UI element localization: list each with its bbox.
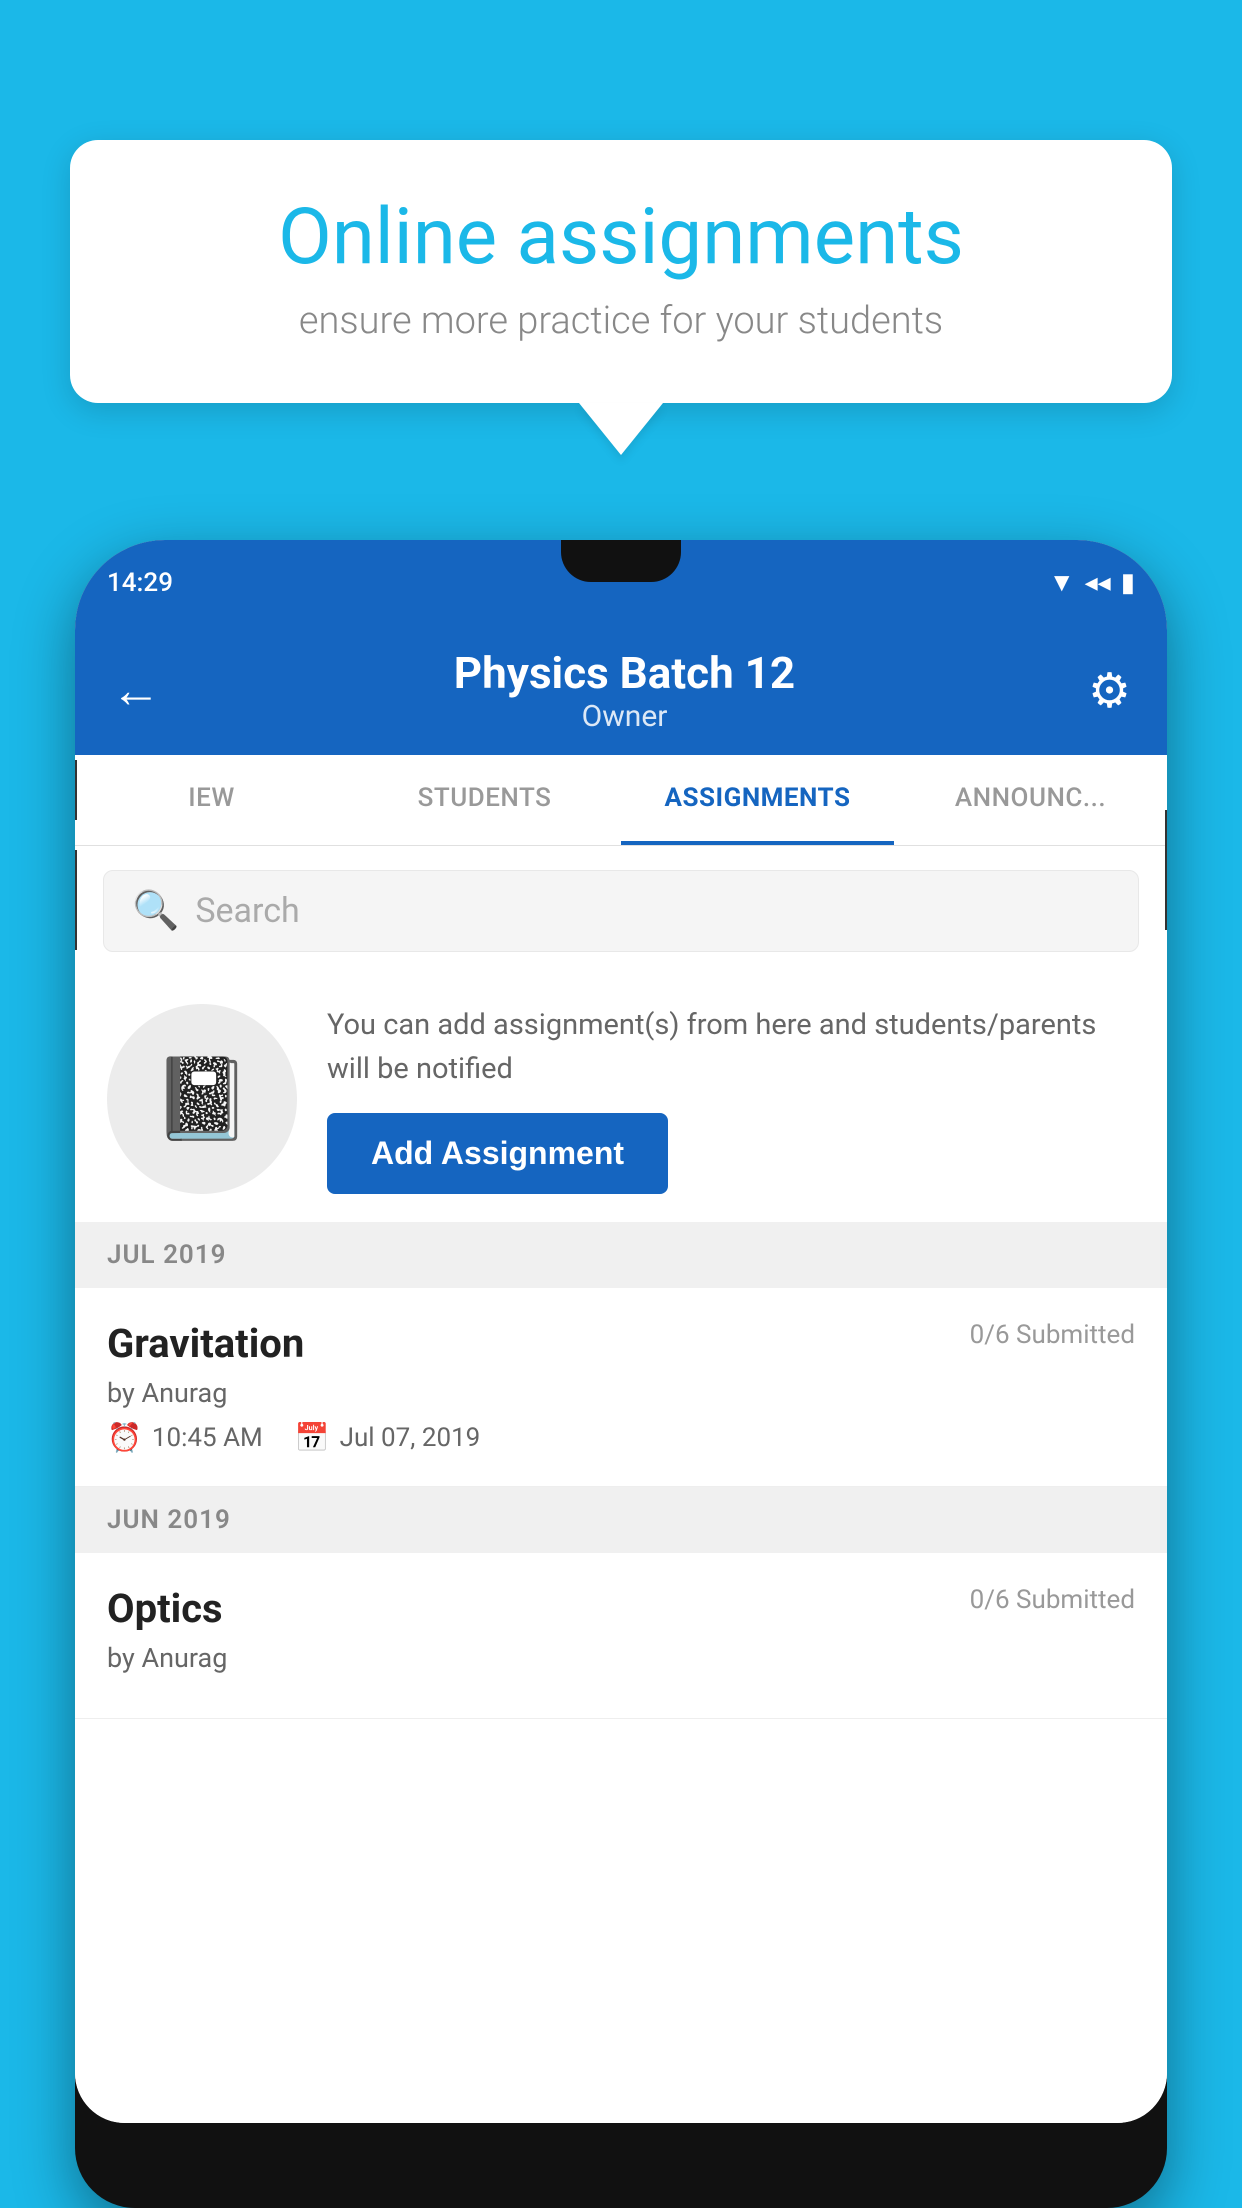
add-assignment-button[interactable]: Add Assignment (327, 1113, 668, 1194)
status-icons: ▼ ◂◂ ▮ (1049, 567, 1135, 598)
status-bar: 14:29 ▼ ◂◂ ▮ (75, 540, 1167, 625)
tab-students[interactable]: STUDENTS (348, 755, 621, 845)
status-time: 14:29 (107, 568, 173, 598)
assignment-optics[interactable]: Optics 0/6 Submitted by Anurag (75, 1553, 1167, 1719)
speech-bubble-tail (579, 403, 663, 455)
assignment-by: by Anurag (107, 1377, 1135, 1409)
assignment-gravitation[interactable]: Gravitation 0/6 Submitted by Anurag ⏰ 10… (75, 1288, 1167, 1487)
speech-bubble-subtitle: ensure more practice for your students (135, 299, 1107, 343)
speech-bubble-container: Online assignments ensure more practice … (70, 140, 1172, 455)
search-bar[interactable]: 🔍 Search (103, 870, 1139, 952)
assignment-by-optics: by Anurag (107, 1642, 1135, 1674)
phone-notch (561, 540, 681, 582)
phone-volume-up-button (75, 760, 77, 820)
notebook-icon: 📓 (152, 1052, 252, 1146)
content-area: 🔍 Search 📓 You can add assignment(s) fro… (75, 846, 1167, 2123)
promo-section: 📓 You can add assignment(s) from here an… (75, 976, 1167, 1222)
phone-screen: 14:29 ▼ ◂◂ ▮ ← Physics Batch 12 Owner ⚙ … (75, 540, 1167, 2123)
date-value: Jul 07, 2019 (340, 1423, 481, 1453)
phone-frame: 14:29 ▼ ◂◂ ▮ ← Physics Batch 12 Owner ⚙ … (75, 540, 1167, 2208)
assignment-date: 📅 Jul 07, 2019 (295, 1421, 481, 1454)
speech-bubble: Online assignments ensure more practice … (70, 140, 1172, 403)
phone-volume-down-button (75, 850, 77, 950)
promo-icon-circle: 📓 (107, 1004, 297, 1194)
assignment-row-top-optics: Optics 0/6 Submitted (107, 1585, 1135, 1632)
assignment-name: Gravitation (107, 1320, 304, 1367)
speech-bubble-title: Online assignments (135, 195, 1107, 281)
app-bar-title: Physics Batch 12 (161, 647, 1088, 699)
search-placeholder: Search (195, 891, 299, 931)
tab-assignments[interactable]: ASSIGNMENTS (621, 755, 894, 845)
clock-icon: ⏰ (107, 1421, 142, 1454)
promo-text: You can add assignment(s) from here and … (327, 1004, 1135, 1091)
assignment-submitted: 0/6 Submitted (970, 1320, 1135, 1350)
phone-power-button (1165, 810, 1167, 930)
assignment-time: ⏰ 10:45 AM (107, 1421, 263, 1454)
battery-icon: ▮ (1121, 568, 1135, 598)
assignment-row-top: Gravitation 0/6 Submitted (107, 1320, 1135, 1367)
calendar-icon: 📅 (295, 1421, 330, 1454)
assignment-name-optics: Optics (107, 1585, 223, 1632)
time-value: 10:45 AM (152, 1423, 263, 1453)
search-container: 🔍 Search (75, 846, 1167, 976)
signal-icon: ◂◂ (1085, 568, 1111, 598)
section-jun-2019: JUN 2019 (75, 1487, 1167, 1553)
assignment-meta: ⏰ 10:45 AM 📅 Jul 07, 2019 (107, 1421, 1135, 1454)
section-jul-2019: JUL 2019 (75, 1222, 1167, 1288)
tabs-container: IEW STUDENTS ASSIGNMENTS ANNOUNC... (75, 755, 1167, 846)
search-icon: 🔍 (132, 889, 179, 933)
wifi-icon: ▼ (1049, 567, 1075, 598)
tab-announcements[interactable]: ANNOUNC... (894, 755, 1167, 845)
app-bar-center: Physics Batch 12 Owner (161, 647, 1088, 734)
settings-icon[interactable]: ⚙ (1088, 662, 1131, 719)
back-button[interactable]: ← (111, 661, 161, 720)
promo-right: You can add assignment(s) from here and … (327, 1004, 1135, 1194)
assignment-submitted-optics: 0/6 Submitted (970, 1585, 1135, 1615)
tab-iew[interactable]: IEW (75, 755, 348, 845)
app-bar-subtitle: Owner (161, 699, 1088, 734)
app-bar: ← Physics Batch 12 Owner ⚙ (75, 625, 1167, 755)
